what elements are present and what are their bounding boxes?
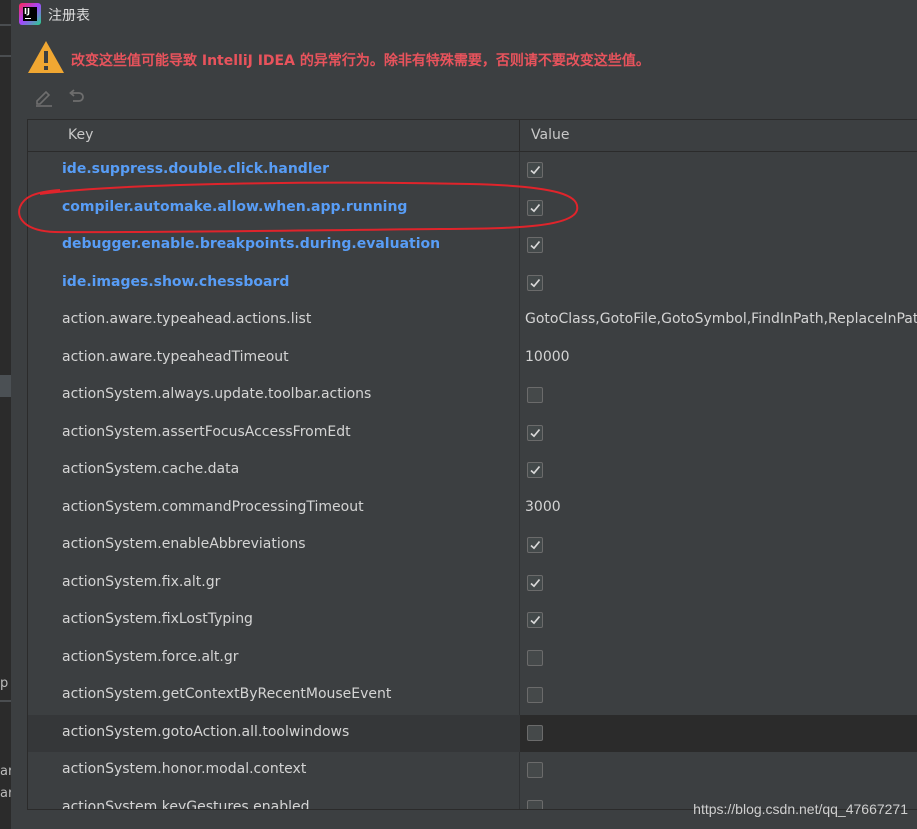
- table-header: Key Value: [28, 120, 917, 152]
- registry-key: actionSystem.force.alt.gr: [62, 648, 239, 665]
- registry-key: actionSystem.gotoAction.all.toolwindows: [62, 723, 350, 740]
- background-ide-sliver: p ar ar: [0, 0, 13, 829]
- registry-value-cell[interactable]: [520, 565, 917, 603]
- registry-value-cell[interactable]: [520, 227, 917, 265]
- background-glyph: p: [0, 676, 9, 691]
- watermark: https://blog.csdn.net/qq_47667271: [693, 801, 908, 817]
- checkmark-icon: [530, 540, 541, 550]
- warning-text: 改变这些值可能导致 IntelliJ IDEA 的异常行为。除非有特殊需要，否则…: [71, 53, 650, 69]
- window-title: 注册表: [48, 8, 90, 24]
- table-row[interactable]: ide.images.show.chessboard: [28, 265, 917, 303]
- registry-value-cell[interactable]: GotoClass,GotoFile,GotoSymbol,FindInPath…: [520, 302, 917, 340]
- registry-key: compiler.automake.allow.when.app.running: [62, 198, 408, 215]
- table-row[interactable]: ide.suppress.double.click.handler: [28, 152, 917, 190]
- registry-key: actionSystem.always.update.toolbar.actio…: [62, 386, 372, 402]
- title-bar[interactable]: IJ 注册表: [11, 0, 917, 28]
- registry-key: actionSystem.getContextByRecentMouseEven…: [62, 686, 392, 702]
- checkmark-icon: [530, 240, 541, 250]
- table-row[interactable]: actionSystem.assertFocusAccessFromEdt: [28, 415, 917, 453]
- table-row[interactable]: actionSystem.gotoAction.all.toolwindows: [28, 714, 917, 752]
- value-checkbox[interactable]: [527, 424, 543, 441]
- value-checkbox[interactable]: [527, 387, 543, 403]
- value-checkbox[interactable]: [527, 799, 543, 809]
- registry-key: actionSystem.honor.modal.context: [62, 761, 307, 777]
- table-row[interactable]: actionSystem.getContextByRecentMouseEven…: [28, 677, 917, 715]
- registry-key: actionSystem.assertFocusAccessFromEdt: [62, 423, 351, 440]
- registry-value-cell[interactable]: [520, 677, 917, 715]
- value-checkbox[interactable]: [527, 762, 543, 778]
- registry-key: debugger.enable.breakpoints.during.evalu…: [62, 236, 441, 252]
- table-row[interactable]: actionSystem.enableAbbreviations: [28, 527, 917, 565]
- column-header-value[interactable]: Value: [531, 127, 569, 143]
- value-checkbox[interactable]: [527, 462, 543, 478]
- table-row[interactable]: actionSystem.always.update.toolbar.actio…: [28, 377, 917, 415]
- registry-value-cell[interactable]: 10000: [520, 340, 917, 378]
- registry-dialog: IJ 注册表 改变这些值可能导致 IntelliJ IDEA 的异常行为。除非有…: [11, 0, 917, 829]
- registry-key: actionSystem.keyGestures.enabled: [62, 798, 310, 810]
- warning-banner: 改变这些值可能导致 IntelliJ IDEA 的异常行为。除非有特殊需要，否则…: [27, 40, 907, 76]
- screen: p ar ar IJ 注册表 改变这些值可能导致 IntelliJ IDEA 的…: [0, 0, 917, 829]
- warning-icon: [28, 41, 64, 73]
- column-header-key[interactable]: Key: [68, 127, 93, 143]
- table-body: ide.suppress.double.click.handler compile…: [28, 152, 917, 809]
- table-row[interactable]: actionSystem.fix.alt.gr: [28, 565, 917, 603]
- table-row[interactable]: debugger.enable.breakpoints.during.evalu…: [28, 227, 917, 265]
- value-checkbox[interactable]: [527, 537, 543, 553]
- registry-key: actionSystem.fix.alt.gr: [62, 573, 221, 590]
- checkmark-icon: [530, 465, 541, 475]
- table-row[interactable]: compiler.automake.allow.when.app.running: [28, 190, 917, 228]
- undo-icon: [69, 89, 84, 102]
- registry-value-cell[interactable]: [520, 527, 917, 565]
- registry-value-text: 10000: [525, 348, 570, 365]
- registry-key: action.aware.typeaheadTimeout: [62, 348, 289, 365]
- table-row[interactable]: action.aware.typeaheadTimeout 10000: [28, 340, 917, 378]
- registry-key: action.aware.typeahead.actions.list: [62, 311, 312, 327]
- pencil-icon: [36, 90, 52, 107]
- registry-value-cell[interactable]: [520, 452, 917, 490]
- table-row[interactable]: action.aware.typeahead.actions.list GotoC…: [28, 302, 917, 340]
- registry-table: Key Value ide.suppress.double.click.hand…: [27, 119, 917, 810]
- checkmark-icon: [530, 428, 541, 437]
- checkmark-icon: [530, 165, 541, 175]
- value-checkbox[interactable]: [527, 237, 543, 253]
- value-checkbox[interactable]: [527, 649, 543, 666]
- edit-button[interactable]: [33, 86, 55, 108]
- value-checkbox[interactable]: [527, 612, 543, 628]
- registry-value-cell[interactable]: [520, 152, 917, 190]
- registry-value-cell[interactable]: [520, 640, 917, 678]
- table-row[interactable]: actionSystem.force.alt.gr: [28, 640, 917, 678]
- registry-key: actionSystem.enableAbbreviations: [62, 536, 306, 552]
- intellij-logo-icon: IJ: [19, 3, 41, 25]
- checkmark-icon: [530, 203, 541, 212]
- table-row[interactable]: actionSystem.cache.data: [28, 452, 917, 490]
- registry-key: actionSystem.commandProcessingTimeout: [62, 498, 364, 515]
- value-checkbox[interactable]: [527, 574, 543, 591]
- registry-value-cell[interactable]: [520, 377, 917, 415]
- registry-value-cell[interactable]: [520, 602, 917, 640]
- registry-value-cell[interactable]: [520, 190, 917, 228]
- registry-key: actionSystem.cache.data: [62, 461, 240, 477]
- registry-value-cell[interactable]: [520, 415, 917, 453]
- value-checkbox[interactable]: [527, 687, 543, 703]
- registry-value-cell[interactable]: [520, 714, 917, 752]
- registry-value-cell[interactable]: [520, 752, 917, 790]
- table-row[interactable]: actionSystem.honor.modal.context: [28, 752, 917, 790]
- value-checkbox[interactable]: [527, 274, 543, 291]
- value-checkbox[interactable]: [527, 199, 543, 216]
- table-row[interactable]: actionSystem.fixLostTyping: [28, 602, 917, 640]
- value-checkbox[interactable]: [527, 724, 543, 741]
- value-checkbox[interactable]: [527, 162, 543, 178]
- registry-key: actionSystem.fixLostTyping: [62, 611, 253, 627]
- registry-value-text: GotoClass,GotoFile,GotoSymbol,FindInPath…: [525, 311, 917, 327]
- registry-key: ide.suppress.double.click.handler: [62, 161, 330, 177]
- registry-key: ide.images.show.chessboard: [62, 273, 290, 290]
- checkmark-icon: [530, 578, 541, 587]
- registry-value-cell[interactable]: [520, 265, 917, 303]
- revert-button[interactable]: [65, 86, 87, 108]
- checkmark-icon: [530, 278, 541, 287]
- checkmark-icon: [530, 615, 541, 625]
- registry-value-cell[interactable]: 3000: [520, 490, 917, 528]
- registry-value-text: 3000: [525, 498, 561, 515]
- table-row[interactable]: actionSystem.commandProcessingTimeout 300…: [28, 490, 917, 528]
